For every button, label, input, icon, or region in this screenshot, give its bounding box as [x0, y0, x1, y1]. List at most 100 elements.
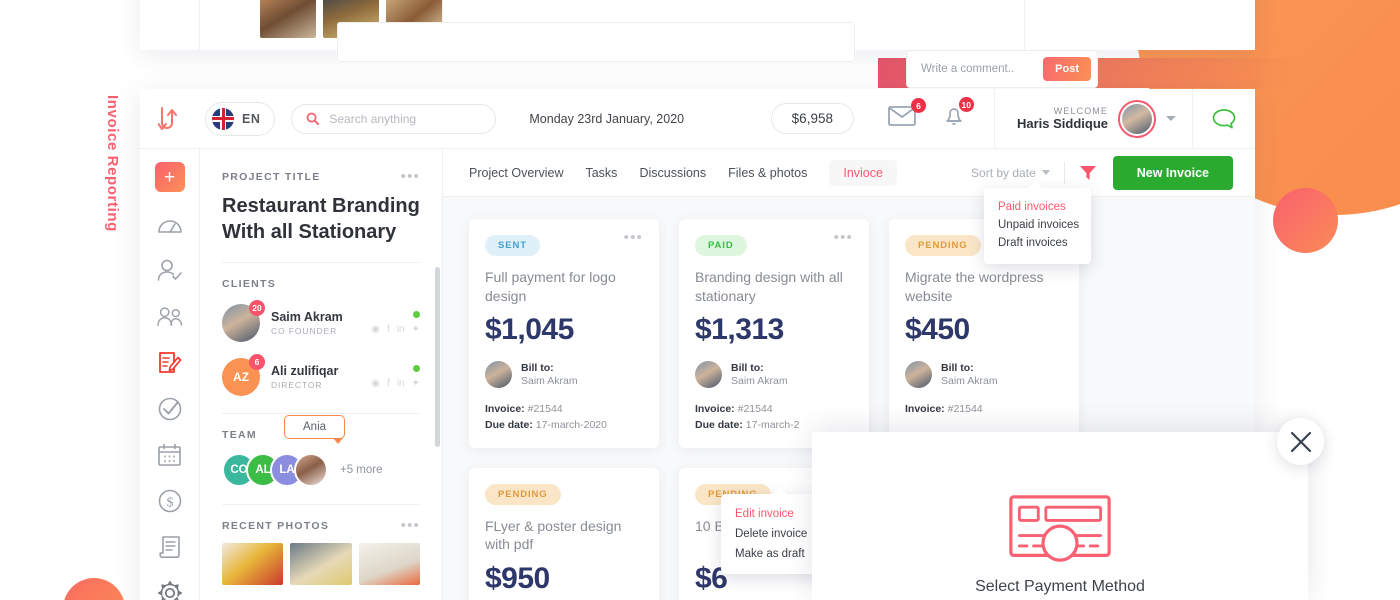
sidebar-item-payments[interactable]: $	[157, 488, 183, 514]
payment-method-panel: Select Payment Method	[812, 432, 1308, 600]
invoice-amount: $450	[905, 313, 1063, 347]
search-box[interactable]: Search anything	[291, 104, 496, 134]
icon-rail: +	[140, 149, 200, 600]
close-button[interactable]	[1277, 418, 1324, 465]
client-avatar: 20	[222, 304, 260, 342]
bill-to-label: Bill to:	[521, 362, 578, 374]
bill-to-label: Bill to:	[731, 362, 788, 374]
online-status-dot	[413, 365, 420, 372]
gear-icon	[157, 580, 183, 600]
invoice-card[interactable]: SENT ••• Full payment for logo design $1…	[469, 219, 659, 448]
funnel-icon	[1079, 164, 1097, 182]
facebook-icon[interactable]: f	[387, 324, 390, 335]
invoice-amount: $950	[485, 562, 643, 596]
user-menu[interactable]: WELCOME Haris Siddique	[995, 100, 1192, 138]
tab-files-photos[interactable]: Files & photos	[728, 166, 807, 180]
sidebar-scrollbar[interactable]	[435, 267, 440, 447]
client-list-item[interactable]: AZ 6 Ali zulifiqar DIRECTOR ◉ f	[222, 358, 420, 396]
skype-icon[interactable]: ◉	[371, 378, 380, 389]
chat-button[interactable]	[1193, 89, 1255, 148]
filter-item-paid[interactable]: Paid invoices	[998, 198, 1091, 216]
divider	[222, 504, 420, 505]
post-comment-button[interactable]: Post	[1043, 57, 1091, 81]
balance-amount[interactable]: $6,958	[771, 103, 854, 134]
twitter-icon[interactable]: ✦	[412, 378, 420, 389]
chat-bubble-icon	[1212, 108, 1236, 130]
due-date-label: Due date:	[485, 419, 533, 431]
page-label-vertical: Invoice Reporting	[95, 95, 121, 275]
preview-inner-panel	[337, 22, 855, 62]
project-sidebar: PROJECT TITLE ••• Restaurant Branding Wi…	[200, 149, 443, 600]
close-icon	[1290, 431, 1312, 453]
client-badge: 6	[249, 354, 265, 370]
invoice-title: FLyer & poster design with pdf	[485, 517, 643, 554]
skype-icon[interactable]: ◉	[371, 324, 380, 335]
comment-box[interactable]: Write a comment.. Post	[906, 50, 1098, 88]
tab-invoice[interactable]: Invioce	[829, 160, 897, 186]
sidebar-item-add[interactable]: +	[155, 162, 185, 192]
status-badge: SENT	[485, 235, 540, 256]
invoice-options-button[interactable]: •••	[624, 235, 643, 241]
tab-project-overview[interactable]: Project Overview	[469, 166, 563, 180]
bill-to-avatar	[905, 361, 932, 388]
client-badge: 20	[249, 300, 265, 316]
credit-card-icon	[1007, 494, 1113, 562]
sort-by-dropdown[interactable]: Sort by date	[971, 166, 1050, 180]
sidebar-item-teams[interactable]	[157, 304, 183, 330]
sidebar-item-tasks[interactable]	[157, 396, 183, 422]
calendar-icon	[157, 443, 182, 467]
recent-photo-thumb[interactable]	[290, 543, 351, 585]
recent-photos-options-button[interactable]: •••	[401, 523, 420, 529]
client-social-links[interactable]: ◉ f in ✦	[371, 378, 420, 389]
scroll-document-icon	[157, 535, 183, 559]
linkedin-icon[interactable]: in	[397, 324, 405, 335]
recent-photo-thumb[interactable]	[222, 543, 283, 585]
sidebar-item-invoices[interactable]	[157, 350, 183, 376]
invoice-meta: Invoice: #21544 Due date: 17-march-2020	[485, 401, 643, 434]
client-info: Saim Akram CO FOUNDER	[271, 310, 371, 336]
client-avatar: AZ 6	[222, 358, 260, 396]
project-name: Restaurant Branding With all Stationary	[222, 194, 420, 245]
filter-item-draft[interactable]: Draft invoices	[998, 234, 1091, 252]
invoice-number-label: Invoice:	[905, 403, 945, 415]
sidebar-item-profile[interactable]	[157, 258, 183, 284]
messages-button[interactable]: 6	[888, 106, 916, 131]
sidebar-item-dashboard[interactable]	[157, 212, 183, 238]
recent-photos-header: RECENT PHOTOS •••	[222, 520, 420, 532]
invoice-card-header: PENDING	[485, 484, 643, 505]
sidebar-item-reports[interactable]	[157, 534, 183, 560]
client-social-links[interactable]: ◉ f in ✦	[371, 324, 420, 335]
app-logo[interactable]	[140, 89, 200, 148]
filter-button[interactable]	[1079, 164, 1097, 182]
invoice-options-button[interactable]: •••	[834, 235, 853, 241]
invoice-title: Branding design with all stationary	[695, 268, 853, 305]
notifications-button[interactable]: 10	[944, 105, 964, 132]
client-list-item[interactable]: 20 Saim Akram CO FOUNDER ◉ f in	[222, 304, 420, 342]
project-options-button[interactable]: •••	[401, 174, 420, 180]
new-invoice-button[interactable]: New Invoice	[1113, 156, 1233, 190]
facebook-icon[interactable]: f	[387, 378, 390, 389]
invoice-bill-to: Bill to: Saim Akram	[905, 361, 1063, 388]
bill-to-name: Saim Akram	[521, 375, 578, 387]
linkedin-icon[interactable]: in	[397, 378, 405, 389]
invoice-meta: Invoice: #21544 Due date: 17-march-2	[695, 401, 853, 434]
language-selector[interactable]: EN	[205, 102, 275, 136]
client-initials: AZ	[233, 370, 249, 384]
team-more-link[interactable]: +5 more	[340, 464, 383, 476]
team-avatar[interactable]	[294, 453, 328, 487]
people-icon	[157, 306, 183, 328]
sidebar-item-calendar[interactable]	[157, 442, 183, 468]
avatar[interactable]	[1118, 100, 1156, 138]
twitter-icon[interactable]: ✦	[412, 324, 420, 335]
sidebar-item-settings[interactable]	[157, 580, 183, 600]
invoice-amount: $1,313	[695, 313, 853, 347]
invoice-card[interactable]: PENDING FLyer & poster design with pdf $…	[469, 468, 659, 600]
tab-discussions[interactable]: Discussions	[639, 166, 706, 180]
invoice-card[interactable]: PAID ••• Branding design with all statio…	[679, 219, 869, 448]
tab-tasks[interactable]: Tasks	[585, 166, 617, 180]
user-name: Haris Siddique	[1017, 116, 1108, 131]
filter-item-unpaid[interactable]: Unpaid invoices	[998, 216, 1091, 234]
recent-photo-thumb[interactable]	[359, 543, 420, 585]
search-placeholder: Search anything	[329, 112, 416, 126]
invoice-bill-to: Bill to: Saim Akram	[695, 361, 853, 388]
